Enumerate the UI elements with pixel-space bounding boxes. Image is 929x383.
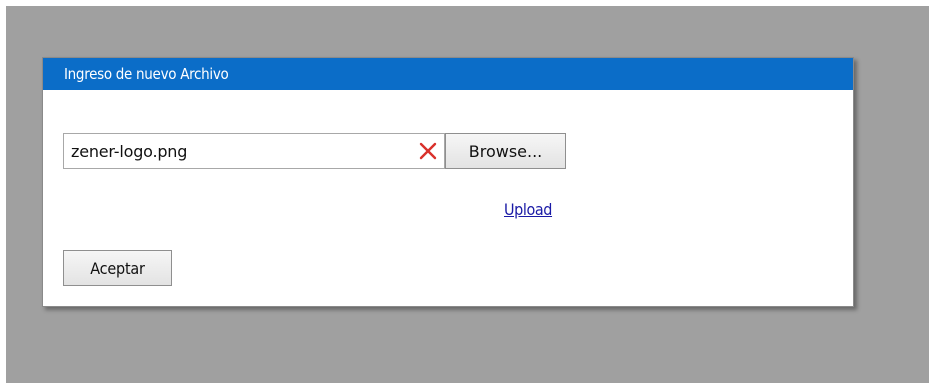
upload-dialog: Ingreso de nuevo Archivo zener-logo.png … — [42, 57, 854, 307]
browse-button[interactable]: Browse... — [445, 133, 566, 169]
clear-file-icon[interactable] — [418, 141, 438, 161]
accept-button[interactable]: Aceptar — [63, 250, 172, 286]
file-name-value: zener-logo.png — [71, 142, 188, 161]
dialog-title-bar: Ingreso de nuevo Archivo — [43, 58, 853, 90]
upload-link[interactable]: Upload — [504, 200, 552, 219]
file-path-field[interactable]: zener-logo.png — [63, 133, 445, 169]
dialog-title: Ingreso de nuevo Archivo — [64, 65, 229, 83]
